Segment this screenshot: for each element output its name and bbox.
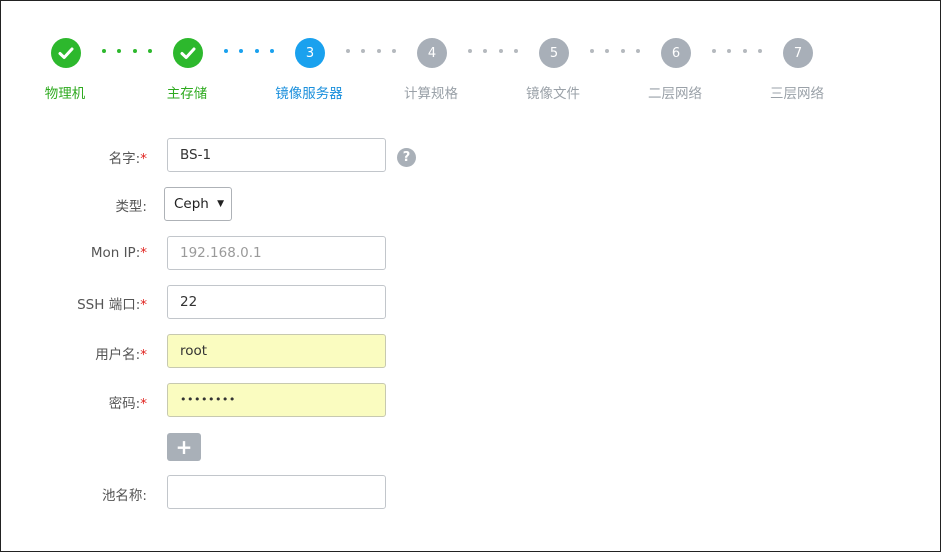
connector-dot [102,49,106,53]
step-number: 5 [549,45,559,61]
step-label-physical-host: 物理机 [44,86,86,102]
step-number: 6 [671,45,681,61]
username-input[interactable]: root [167,334,386,368]
help-icon-glyph: ? [402,150,411,165]
pool-name-label: 池名称: [101,488,147,504]
required-marker: * [140,297,147,313]
name-label-text: 名字: [108,151,141,167]
connector-dot [270,49,274,53]
connector-dot [117,49,122,53]
connector-dot [132,49,137,53]
type-select[interactable]: Ceph ▼ [164,187,232,221]
step-label-instance-offering: 计算规格 [404,86,458,102]
mon-ip-input[interactable]: 192.168.0.1 [167,236,386,270]
connector-dot [712,49,716,53]
mon-ip-label-text: Mon IP: [90,245,141,261]
username-label: 用户名:* [1,343,147,363]
connector-dot [224,49,228,53]
required-marker: * [140,396,147,412]
name-value: BS-1 [180,147,212,163]
step-label-l3-network: 三层网络 [770,86,824,102]
connector-dot [605,49,610,53]
connector-dot [636,49,640,53]
step-label-primary-storage: 主存储 [166,86,208,102]
step-label-image: 镜像文件 [526,86,580,102]
connector-dot [254,49,259,53]
step-number: 4 [427,45,437,61]
connector-dot [148,49,152,53]
type-selected-value: Ceph [174,196,209,212]
dropdown-caret-icon: ▼ [217,199,224,209]
help-icon[interactable]: ? [397,148,416,167]
required-marker: * [140,347,147,363]
step-number: 7 [793,45,803,61]
connector-dot [758,49,762,53]
connector-dot [376,49,381,53]
connector-dot [392,49,396,53]
type-label: 类型: [115,199,147,215]
mon-ip-label: Mon IP:* [1,245,147,261]
username-value: root [180,343,208,359]
password-masked-value: •••••••• [180,393,236,406]
name-input[interactable]: BS-1 [167,138,386,172]
step-2-complete-icon [173,38,203,68]
connector-dot [346,49,350,53]
connector-dot [498,49,503,53]
step-5-number: 5 [539,38,569,68]
plus-icon: + [175,435,193,459]
add-mon-button[interactable]: + [167,433,201,461]
ssh-port-label-text: SSH 端口: [77,297,141,313]
ssh-port-value: 22 [180,294,198,310]
ssh-port-input[interactable]: 22 [167,285,386,319]
step-4-number: 4 [417,38,447,68]
mon-ip-placeholder: 192.168.0.1 [180,245,262,261]
connector-dot [514,49,518,53]
connector-dot [727,49,732,53]
connector-dot [742,49,747,53]
required-marker: * [140,245,147,261]
step-number: 3 [305,45,315,61]
pool-name-input[interactable] [167,475,386,509]
required-marker: * [140,151,147,167]
connector-dot [620,49,625,53]
checkmark-icon [180,47,196,59]
step-label-backup-storage: 镜像服务器 [275,86,343,102]
step-label-l2-network: 二层网络 [648,86,702,102]
step-3-number: 3 [295,38,325,68]
password-input[interactable]: •••••••• [167,383,386,417]
password-label: 密码:* [1,392,147,412]
step-1-complete-icon [51,38,81,68]
wizard-panel: 3 4 5 6 7 物理机 主存储 镜像服务器 计算规格 镜像文件 二层网络 三… [0,0,941,552]
password-label-text: 密码: [108,396,141,412]
step-7-number: 7 [783,38,813,68]
name-label: 名字:* [1,147,147,167]
connector-dot [590,49,594,53]
username-label-text: 用户名: [95,347,141,363]
connector-dot [361,49,366,53]
connector-dot [468,49,472,53]
checkmark-icon [58,47,74,59]
connector-dot [239,49,244,53]
ssh-port-label: SSH 端口:* [1,293,147,313]
connector-dot [483,49,488,53]
step-6-number: 6 [661,38,691,68]
